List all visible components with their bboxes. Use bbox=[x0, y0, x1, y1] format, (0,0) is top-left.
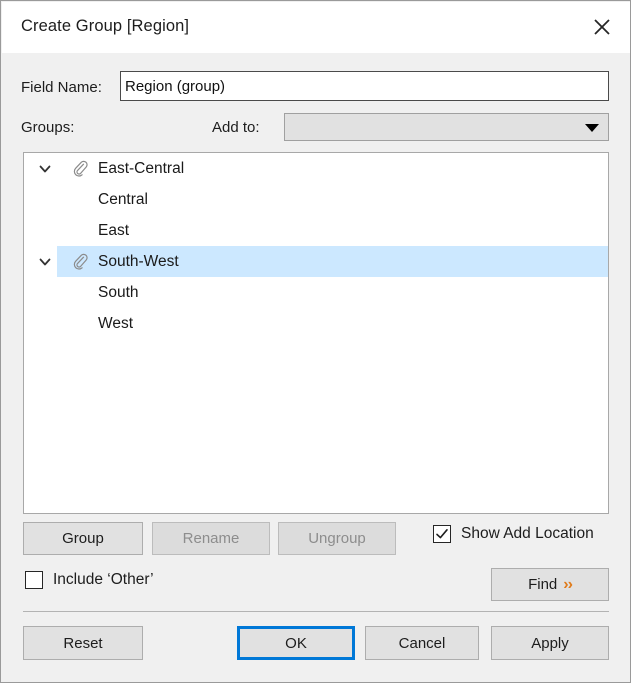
double-chevron-right-icon: ›› bbox=[563, 575, 573, 593]
tree-row-label: South bbox=[98, 283, 139, 301]
find-button-label: Find bbox=[528, 576, 558, 593]
checkbox-box-unchecked bbox=[25, 571, 43, 589]
tree-row[interactable]: East-Central bbox=[24, 153, 608, 184]
include-other-label: Include ‘Other’ bbox=[53, 571, 154, 588]
dialog-titlebar: Create Group [Region] bbox=[2, 2, 630, 53]
field-name-label: Field Name: bbox=[21, 79, 102, 96]
rename-button[interactable]: Rename bbox=[152, 522, 270, 555]
tree-row[interactable]: West bbox=[24, 308, 608, 339]
add-to-dropdown[interactable] bbox=[284, 113, 609, 141]
tree-row-label: South-West bbox=[98, 252, 179, 270]
reset-button[interactable]: Reset bbox=[23, 626, 143, 660]
checkmark-icon bbox=[436, 528, 448, 539]
groups-listbox[interactable]: East-Central Central East South-West Sou… bbox=[23, 152, 609, 514]
field-name-input[interactable] bbox=[120, 71, 609, 101]
paperclip-icon bbox=[68, 246, 92, 277]
tree-row-label: Central bbox=[98, 190, 148, 208]
tree-row[interactable]: Central bbox=[24, 184, 608, 215]
paperclip-icon bbox=[68, 153, 92, 184]
tree-row-label: East bbox=[98, 221, 130, 239]
checkbox-box-checked bbox=[433, 525, 451, 543]
tree-row-label: West bbox=[98, 314, 134, 332]
cancel-button[interactable]: Cancel bbox=[365, 626, 479, 660]
show-add-location-checkbox[interactable]: Show Add Location bbox=[433, 525, 594, 543]
close-button[interactable] bbox=[583, 10, 621, 44]
footer-divider bbox=[23, 611, 609, 612]
chevron-down-icon[interactable] bbox=[34, 153, 56, 184]
ok-button[interactable]: OK bbox=[237, 626, 355, 660]
ungroup-button[interactable]: Ungroup bbox=[278, 522, 396, 555]
chevron-down-icon[interactable] bbox=[34, 246, 56, 277]
tree-row[interactable]: East bbox=[24, 215, 608, 246]
group-button[interactable]: Group bbox=[23, 522, 143, 555]
dialog-title: Create Group [Region] bbox=[21, 17, 190, 35]
close-icon bbox=[592, 17, 612, 37]
tree-row[interactable]: South bbox=[24, 277, 608, 308]
tree-row[interactable]: South-West bbox=[24, 246, 608, 277]
apply-button[interactable]: Apply bbox=[491, 626, 609, 660]
show-add-location-label: Show Add Location bbox=[461, 525, 594, 542]
tree-row-label: East-Central bbox=[98, 159, 185, 177]
find-button[interactable]: Find ›› bbox=[491, 568, 609, 601]
add-to-label: Add to: bbox=[212, 119, 260, 136]
chevron-down-icon bbox=[585, 124, 599, 132]
create-group-dialog: Create Group [Region] Field Name: Groups… bbox=[0, 0, 631, 683]
include-other-checkbox[interactable]: Include ‘Other’ bbox=[25, 571, 154, 589]
groups-label: Groups: bbox=[21, 119, 75, 136]
